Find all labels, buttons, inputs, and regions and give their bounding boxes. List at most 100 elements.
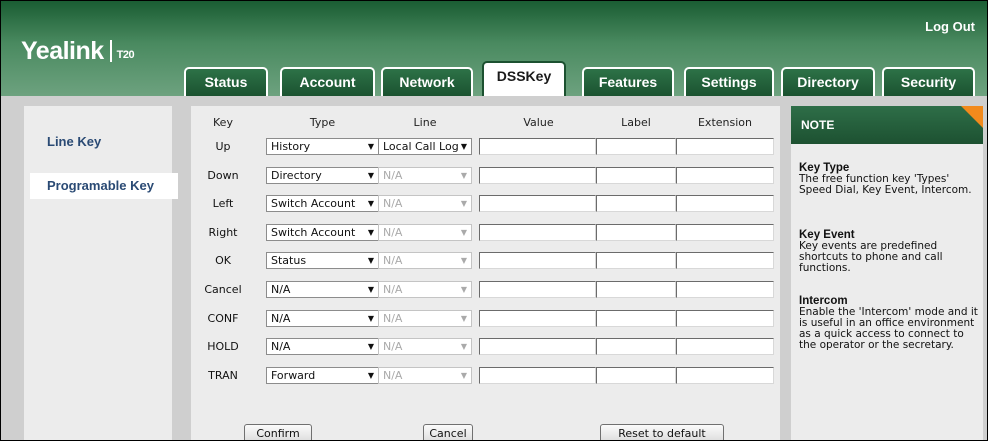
type-select[interactable]: N/A ▼ <box>266 281 379 298</box>
line-select-value: N/A <box>383 340 403 353</box>
extension-input[interactable] <box>676 195 774 212</box>
sidebar-item-programable-key[interactable]: Programable Key <box>47 178 154 193</box>
type-select[interactable]: Forward ▼ <box>266 367 379 384</box>
label-input[interactable] <box>596 138 676 155</box>
label-input[interactable] <box>596 310 676 327</box>
label-input[interactable] <box>596 224 676 241</box>
line-select[interactable]: N/A ▼ <box>378 195 472 212</box>
extension-input[interactable] <box>676 224 774 241</box>
line-select[interactable]: N/A ▼ <box>378 224 472 241</box>
note-body: Enable the 'Intercom' mode and it is use… <box>799 306 978 351</box>
column-header-key: Key <box>213 116 233 129</box>
line-select[interactable]: N/A ▼ <box>378 367 472 384</box>
tab-security[interactable]: Security <box>882 67 975 96</box>
tab-settings[interactable]: Settings <box>684 67 774 96</box>
type-select-value: Forward <box>271 369 316 382</box>
label-input[interactable] <box>596 167 676 184</box>
reset-to-default-button[interactable]: Reset to default <box>600 424 724 440</box>
extension-input[interactable] <box>676 138 774 155</box>
note-key-type: Key Type The free function key 'Types' S… <box>799 162 979 196</box>
value-input[interactable] <box>479 167 596 184</box>
value-input[interactable] <box>479 310 596 327</box>
dropdown-arrow-icon: ▼ <box>460 342 467 351</box>
cancel-button[interactable]: Cancel <box>423 424 473 440</box>
line-select[interactable]: Local Call Log ▼ <box>378 138 472 155</box>
dropdown-arrow-icon: ▼ <box>460 256 467 265</box>
label-input[interactable] <box>596 252 676 269</box>
tab-account[interactable]: Account <box>280 67 375 96</box>
dropdown-arrow-icon: ▼ <box>460 371 467 380</box>
tab-dsskey[interactable]: DSSKey <box>482 61 566 97</box>
dropdown-arrow-icon: ▼ <box>367 228 374 237</box>
dropdown-arrow-icon: ▼ <box>367 171 374 180</box>
key-name: CONF <box>207 312 239 325</box>
column-header-extension: Extension <box>697 116 752 129</box>
type-select-value: Switch Account <box>271 226 356 239</box>
confirm-button[interactable]: Confirm <box>244 424 312 440</box>
value-input[interactable] <box>479 281 596 298</box>
tab-status[interactable]: Status <box>184 67 268 96</box>
dropdown-arrow-icon: ▼ <box>367 314 374 323</box>
type-select[interactable]: N/A ▼ <box>266 338 379 355</box>
line-select-value: N/A <box>383 254 403 267</box>
type-select[interactable]: Switch Account ▼ <box>266 195 379 212</box>
tab-features[interactable]: Features <box>582 67 674 96</box>
dropdown-arrow-icon: ▼ <box>367 371 374 380</box>
value-input[interactable] <box>479 252 596 269</box>
extension-input[interactable] <box>676 367 774 384</box>
yealink-logo: Yealink T20 <box>21 37 135 65</box>
content-area: Line Key Programable Key Key Type Line V… <box>1 96 987 440</box>
value-input[interactable] <box>479 224 596 241</box>
extension-input[interactable] <box>676 281 774 298</box>
logout-link[interactable]: Log Out <box>925 19 975 34</box>
label-input[interactable] <box>596 338 676 355</box>
sidebar-item-line-key[interactable]: Line Key <box>47 134 101 149</box>
line-select[interactable]: N/A ▼ <box>378 281 472 298</box>
value-input[interactable] <box>479 195 596 212</box>
value-input[interactable] <box>479 138 596 155</box>
value-input[interactable] <box>479 338 596 355</box>
type-select[interactable]: History ▼ <box>266 138 379 155</box>
type-select-value: N/A <box>271 312 291 325</box>
type-select-value: N/A <box>271 283 291 296</box>
line-select[interactable]: N/A ▼ <box>378 338 472 355</box>
type-select[interactable]: N/A ▼ <box>266 310 379 327</box>
label-input[interactable] <box>596 367 676 384</box>
dropdown-arrow-icon: ▼ <box>367 285 374 294</box>
dropdown-arrow-icon: ▼ <box>367 199 374 208</box>
key-name: HOLD <box>207 340 239 353</box>
line-select-value: N/A <box>383 312 403 325</box>
dropdown-arrow-icon: ▼ <box>367 142 374 151</box>
label-input[interactable] <box>596 281 676 298</box>
dropdown-arrow-icon: ▼ <box>460 199 467 208</box>
key-name: Down <box>207 169 239 182</box>
value-input[interactable] <box>479 367 596 384</box>
label-input[interactable] <box>596 195 676 212</box>
key-name: Cancel <box>204 283 242 296</box>
type-select[interactable]: Directory ▼ <box>266 167 379 184</box>
type-select-value: History <box>271 140 311 153</box>
line-select-value: N/A <box>383 283 403 296</box>
line-select[interactable]: N/A ▼ <box>378 252 472 269</box>
type-select-value: N/A <box>271 340 291 353</box>
key-name: Up <box>215 140 231 153</box>
type-select[interactable]: Switch Account ▼ <box>266 224 379 241</box>
tab-network[interactable]: Network <box>381 67 473 96</box>
note-body: The free function key 'Types' Speed Dial… <box>799 173 972 196</box>
note-key-event: Key Event Key events are predefined shor… <box>799 229 979 274</box>
dropdown-arrow-icon: ▼ <box>367 256 374 265</box>
line-select[interactable]: N/A ▼ <box>378 310 472 327</box>
extension-input[interactable] <box>676 167 774 184</box>
dropdown-arrow-icon: ▼ <box>460 171 467 180</box>
extension-input[interactable] <box>676 338 774 355</box>
type-select[interactable]: Status ▼ <box>266 252 379 269</box>
model-label: T20 <box>116 49 135 61</box>
extension-input[interactable] <box>676 252 774 269</box>
dropdown-arrow-icon: ▼ <box>460 142 467 151</box>
sidebar: Line Key Programable Key <box>24 106 178 440</box>
extension-input[interactable] <box>676 310 774 327</box>
line-select[interactable]: N/A ▼ <box>378 167 472 184</box>
tab-directory[interactable]: Directory <box>781 67 875 96</box>
line-select-value: N/A <box>383 169 403 182</box>
column-header-line: Line <box>413 116 437 129</box>
